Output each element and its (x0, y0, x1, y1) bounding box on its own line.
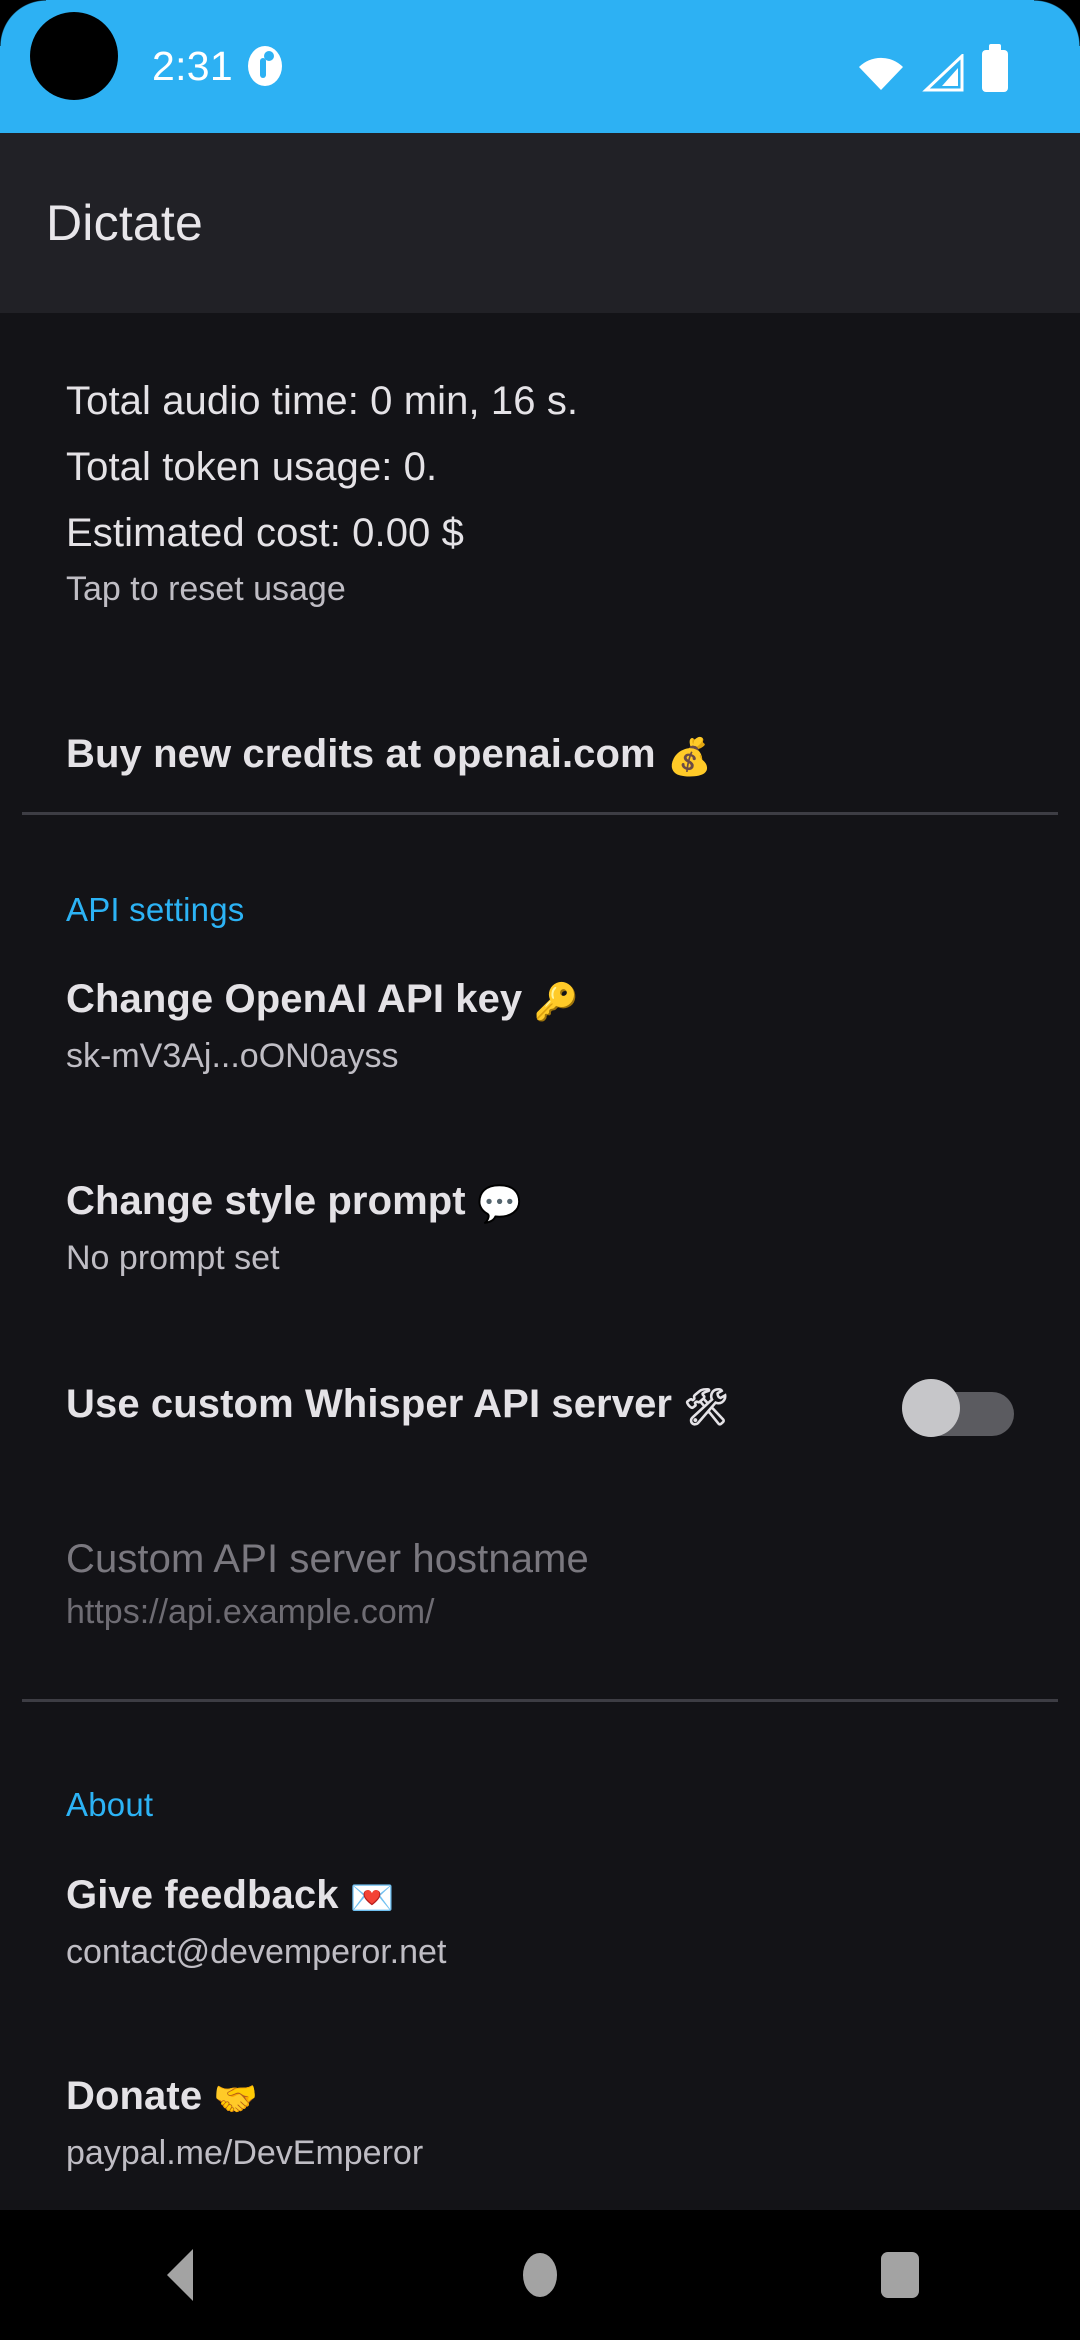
speech-balloon-icon: 💬 (476, 1184, 522, 1225)
money-bag-icon: 💰 (666, 737, 712, 778)
alarm-clock-icon (248, 46, 282, 86)
custom-api-hostname-item: Custom API server hostname https://api.e… (0, 1533, 1080, 1635)
total-token-usage-text: Total token usage: 0. (66, 445, 438, 489)
back-triangle-icon (167, 2249, 193, 2301)
home-circle-icon (523, 2253, 557, 2297)
key-icon: 🔑 (533, 982, 579, 1023)
donate-link-value: paypal.me/DevEmperor (66, 2134, 424, 2172)
recents-square-icon (881, 2252, 919, 2298)
section-header-api-settings: API settings (66, 891, 245, 928)
donate-item[interactable]: Donate 🤝 paypal.me/DevEmperor (0, 2070, 1080, 2176)
phone-screen: 2:31 Dictate Total audio time: 0 min, 16… (0, 0, 1080, 2340)
settings-list[interactable]: Total audio time: 0 min, 16 s. Total tok… (0, 313, 1080, 2210)
use-custom-whisper-server-label: Use custom Whisper API server 🛠 (66, 1378, 1014, 1434)
reset-usage-hint: Tap to reset usage (66, 570, 346, 608)
total-audio-time-text: Total audio time: 0 min, 16 s. (66, 379, 579, 423)
change-api-key-label: Change OpenAI API key 🔑 (66, 973, 1014, 1029)
change-api-key-text: Change OpenAI API key (66, 977, 523, 1021)
donate-text: Donate (66, 2074, 203, 2118)
wifi-icon (858, 56, 904, 92)
change-style-prompt-text: Change style prompt (66, 1179, 466, 1223)
camera-cutout (30, 12, 118, 100)
battery-icon (982, 44, 1008, 92)
use-custom-whisper-server-switch[interactable] (902, 1375, 1014, 1439)
page-title: Dictate (46, 195, 204, 251)
buy-credits-item[interactable]: Buy new credits at openai.com 💰 (0, 728, 1080, 784)
use-custom-whisper-server-text: Use custom Whisper API server (66, 1382, 673, 1426)
estimated-cost-text: Estimated cost: 0.00 $ (66, 511, 464, 555)
nav-recents-button[interactable] (810, 2210, 990, 2340)
change-style-prompt-label: Change style prompt 💬 (66, 1175, 1014, 1231)
buy-credits-label: Buy new credits at openai.com 💰 (66, 728, 1014, 784)
section-header-about: About (66, 1786, 154, 1823)
status-bar-clock: 2:31 (152, 43, 233, 89)
give-feedback-label: Give feedback 💌 (66, 1869, 1014, 1925)
donate-label: Donate 🤝 (66, 2070, 1014, 2126)
status-bar-right-icons (858, 40, 1008, 92)
api-key-value: sk-mV3Aj...oON0ayss (66, 1037, 399, 1075)
style-prompt-value: No prompt set (66, 1239, 280, 1277)
cellular-signal-icon (922, 52, 964, 92)
handshake-icon: 🤝 (213, 2079, 259, 2120)
give-feedback-item[interactable]: Give feedback 💌 contact@devemperor.net (0, 1869, 1080, 1975)
love-letter-icon: 💌 (349, 1878, 395, 1919)
divider-about (22, 1699, 1058, 1702)
change-api-key-item[interactable]: Change OpenAI API key 🔑 sk-mV3Aj...oON0a… (0, 973, 1080, 1079)
switch-thumb (902, 1379, 960, 1437)
give-feedback-text: Give feedback (66, 1873, 339, 1917)
usage-summary-item[interactable]: Total audio time: 0 min, 16 s. Total tok… (0, 368, 1080, 612)
nav-home-button[interactable] (450, 2210, 630, 2340)
change-style-prompt-item[interactable]: Change style prompt 💬 No prompt set (0, 1175, 1080, 1281)
divider-api-settings (22, 812, 1058, 815)
status-bar-left-icons (248, 46, 282, 86)
navigation-bar (0, 2210, 1080, 2340)
status-bar: 2:31 (0, 0, 1080, 133)
custom-api-hostname-value: https://api.example.com/ (66, 1593, 435, 1631)
custom-api-hostname-label: Custom API server hostname (66, 1537, 589, 1581)
hammer-and-wrench-icon: 🛠 (683, 1387, 730, 1428)
app-bar: Dictate (0, 133, 1080, 313)
feedback-email-value: contact@devemperor.net (66, 1933, 447, 1971)
nav-back-button[interactable] (90, 2210, 270, 2340)
buy-credits-text: Buy new credits at openai.com (66, 732, 656, 776)
